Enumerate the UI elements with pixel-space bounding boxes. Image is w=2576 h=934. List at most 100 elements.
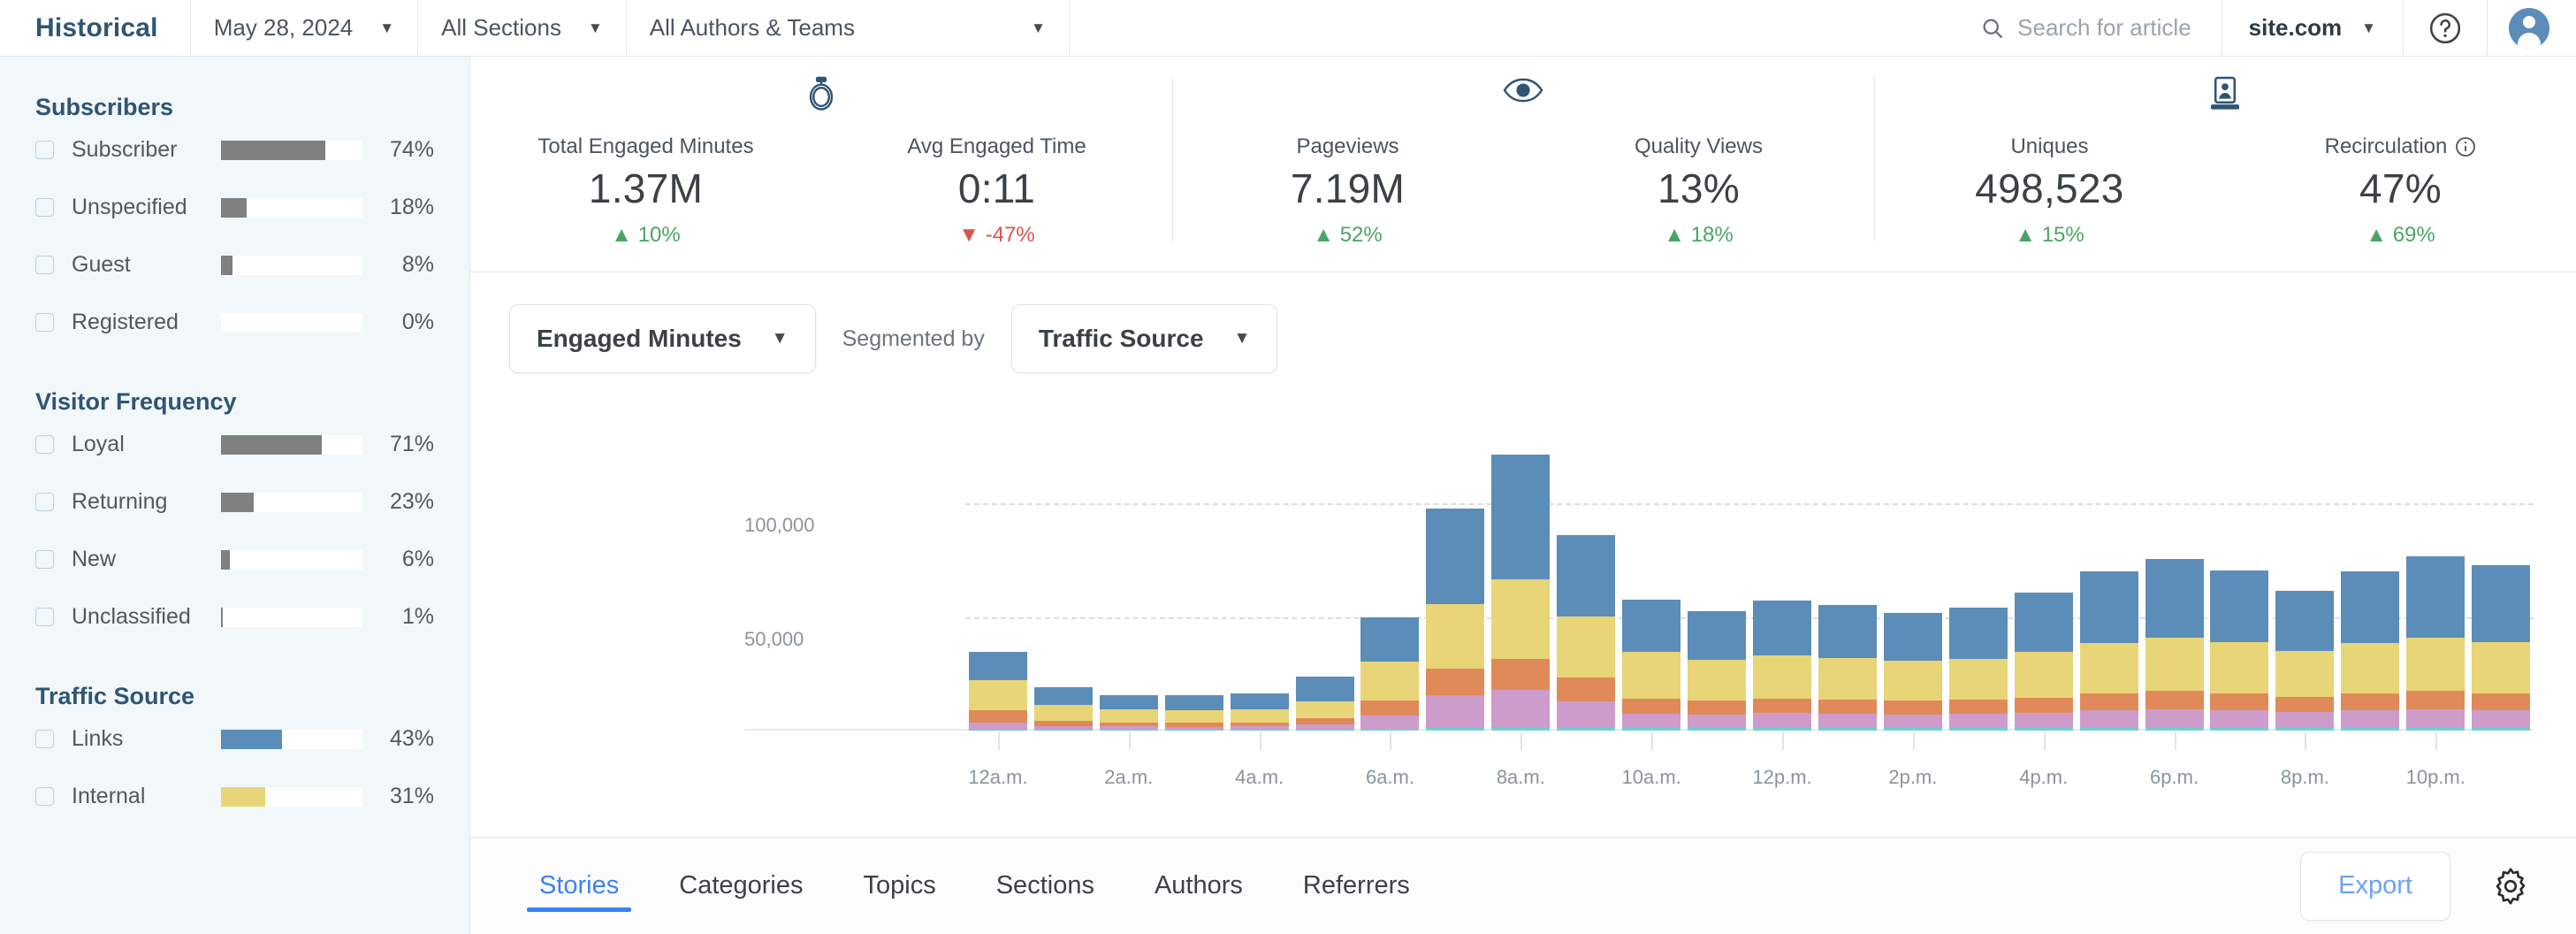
- sidebar-filter-row[interactable]: Returning 23%: [35, 473, 434, 531]
- authors-filter-dropdown[interactable]: All Authors & Teams ▼: [627, 0, 1069, 56]
- stacked-bar: [1818, 435, 1877, 731]
- checkbox[interactable]: [35, 435, 54, 454]
- bar-segment: [1360, 700, 1420, 716]
- checkbox[interactable]: [35, 313, 54, 332]
- bar-segment: [2014, 697, 2073, 713]
- date-filter-dropdown[interactable]: May 28, 2024 ▼: [191, 0, 417, 56]
- bar-segment: [1688, 610, 1747, 661]
- bar-segment: [1622, 698, 1681, 714]
- checkbox[interactable]: [35, 730, 54, 748]
- kpi-label: Uniques: [2010, 134, 2088, 159]
- bar-segment: [968, 729, 1027, 731]
- checkbox[interactable]: [35, 493, 54, 511]
- tab-sections[interactable]: Sections: [966, 838, 1124, 934]
- tab-topics[interactable]: Topics: [834, 838, 966, 934]
- x-axis-tick-label: 2a.m.: [1104, 766, 1154, 788]
- segment-dropdown[interactable]: Traffic Source ▼: [1010, 304, 1278, 373]
- bar-segment: [1491, 727, 1551, 731]
- info-icon[interactable]: [2455, 136, 2476, 157]
- chart-bar-column[interactable]: [2468, 435, 2534, 731]
- search-input[interactable]: Search for article: [2017, 14, 2191, 42]
- search-box[interactable]: Search for article: [1950, 0, 2222, 56]
- percent-meter: [220, 549, 363, 570]
- kpi-label: Total Engaged Minutes: [537, 134, 753, 159]
- kpi-delta: ▼ -47%: [958, 223, 1035, 247]
- chart-bar-column[interactable]: 4p.m.: [2011, 435, 2077, 788]
- bar-segment: [1557, 727, 1616, 731]
- filters-sidebar: Subscribers Subscriber 74% Unspecified 18% Gu…: [0, 57, 470, 934]
- bar-segment: [1753, 727, 1812, 731]
- chart-bar-column[interactable]: [1946, 435, 2011, 731]
- chart-bar-column[interactable]: 6p.m.: [2142, 435, 2207, 788]
- chart-bar-column[interactable]: [1292, 435, 1358, 731]
- sidebar-filter-label: Loyal: [72, 432, 125, 456]
- chart-bar-column[interactable]: 8p.m.: [2272, 435, 2337, 788]
- chart-bar-column[interactable]: [2207, 435, 2273, 731]
- sidebar-filter-row[interactable]: Unspecified 18%: [35, 179, 434, 236]
- bar-segment: [1753, 601, 1812, 655]
- sidebar-filter-row[interactable]: Subscriber 74%: [35, 121, 434, 179]
- gear-icon: [2496, 868, 2526, 904]
- chart-bar-column[interactable]: 6a.m.: [1358, 435, 1423, 788]
- sidebar-filter-row[interactable]: Guest 8%: [35, 236, 434, 294]
- sidebar-filter-row[interactable]: New 6%: [35, 531, 434, 588]
- kpi-label: Pageviews: [1296, 134, 1399, 159]
- chart-bar-column[interactable]: 12a.m.: [965, 435, 1031, 788]
- checkbox[interactable]: [35, 550, 54, 569]
- chart-bar-column[interactable]: [1553, 435, 1619, 731]
- bar-segment: [1426, 509, 1485, 604]
- tab-bar: Stories Categories Topics Sections Authors Re…: [470, 837, 2576, 934]
- bar-segment: [1622, 728, 1681, 731]
- tab-categories[interactable]: Categories: [649, 838, 833, 934]
- tab-list: Stories Categories Topics Sections Authors Re…: [509, 838, 1440, 934]
- percent-meter: [220, 729, 363, 749]
- x-axis-tick: [2305, 732, 2307, 750]
- sidebar-filter-percent: 43%: [389, 726, 434, 751]
- chart-bar-column[interactable]: [1815, 435, 1880, 731]
- sidebar-filter-label: Returning: [72, 489, 168, 514]
- y-axis-tick-label: 100,000: [744, 514, 815, 537]
- chart-bar-column[interactable]: [1162, 435, 1227, 731]
- sidebar-filter-label: Unclassified: [72, 604, 191, 629]
- sections-filter-dropdown[interactable]: All Sections ▼: [418, 0, 626, 56]
- checkbox[interactable]: [35, 141, 54, 159]
- chart-bar-column[interactable]: 10p.m.: [2403, 435, 2468, 788]
- chart-bar-column[interactable]: [1684, 435, 1749, 731]
- settings-button[interactable]: [2450, 865, 2544, 907]
- checkbox[interactable]: [35, 256, 54, 274]
- chart-controls: Engaged Minutes ▼ Segmented by Traffic S…: [470, 272, 2576, 373]
- bar-segment: [1753, 713, 1812, 728]
- sidebar-filter-row[interactable]: Links 43%: [35, 710, 434, 768]
- sidebar-filter-row[interactable]: Unclassified 1%: [35, 588, 434, 646]
- export-button[interactable]: Export: [2300, 851, 2450, 921]
- site-label: site.com: [2248, 14, 2343, 41]
- checkbox[interactable]: [35, 608, 54, 626]
- chart-bar-column[interactable]: [2337, 435, 2403, 731]
- chart-bar-column[interactable]: [1031, 435, 1096, 731]
- bar-segment: [968, 722, 1027, 730]
- chart-bar-column[interactable]: [2077, 435, 2142, 731]
- checkbox[interactable]: [35, 787, 54, 806]
- metric-dropdown[interactable]: Engaged Minutes ▼: [509, 304, 816, 373]
- sidebar-filter-row[interactable]: Internal 31%: [35, 768, 434, 825]
- bar-segment: [1491, 455, 1551, 580]
- tab-referrers[interactable]: Referrers: [1273, 838, 1440, 934]
- tab-stories[interactable]: Stories: [509, 838, 649, 934]
- chart-bar-column[interactable]: 2a.m.: [1096, 435, 1162, 788]
- sidebar-filter-row[interactable]: Registered 0%: [35, 294, 434, 351]
- tab-authors[interactable]: Authors: [1124, 838, 1273, 934]
- chart-bar-column[interactable]: [1422, 435, 1488, 731]
- chart-bar-column[interactable]: 4a.m.: [1227, 435, 1292, 788]
- chart-bar-column[interactable]: 8a.m.: [1488, 435, 1553, 788]
- checkbox[interactable]: [35, 198, 54, 217]
- chart-bar-column[interactable]: 2p.m.: [1880, 435, 1946, 788]
- site-selector[interactable]: site.com ▼: [2222, 0, 2403, 56]
- chart-bar-column[interactable]: 12p.m.: [1749, 435, 1815, 788]
- chart-bar-column[interactable]: 10a.m.: [1619, 435, 1684, 788]
- x-axis-tick-label: 4p.m.: [2019, 766, 2069, 788]
- x-axis-tick: [997, 732, 1000, 750]
- user-menu-button[interactable]: [2488, 0, 2576, 56]
- help-button[interactable]: [2404, 0, 2487, 56]
- sidebar-group-title: Visitor Frequency: [35, 388, 237, 415]
- sidebar-filter-row[interactable]: Loyal 71%: [35, 416, 434, 473]
